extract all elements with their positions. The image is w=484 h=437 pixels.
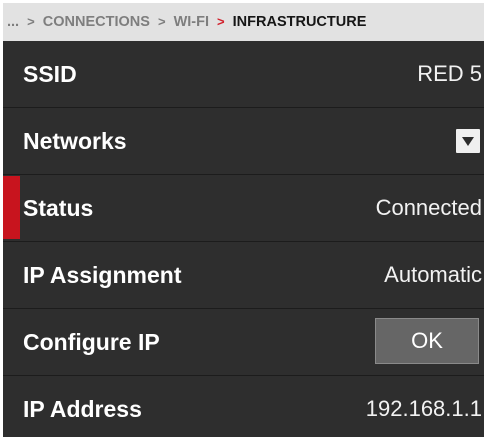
ip-address-label: IP Address xyxy=(23,396,142,422)
ssid-label: SSID xyxy=(23,61,77,87)
ip-assignment-value[interactable]: Automatic xyxy=(384,242,482,308)
breadcrumb-current: INFRASTRUCTURE xyxy=(232,14,367,31)
settings-list: SSID RED 5 Networks Status Connected IP … xyxy=(3,41,484,437)
breadcrumb-item-connections[interactable]: CONNECTIONS xyxy=(43,14,150,30)
chevron-down-icon xyxy=(462,137,474,146)
configure-ip-ok-button[interactable]: OK xyxy=(375,318,479,364)
breadcrumb-item-wifi[interactable]: WI-FI xyxy=(174,14,209,30)
row-ip-assignment[interactable]: IP Assignment Automatic xyxy=(3,242,484,309)
ip-address-value: 192.168.1.1 xyxy=(365,396,482,421)
networks-dropdown[interactable] xyxy=(456,129,480,153)
breadcrumb-ellipsis[interactable]: ... xyxy=(7,14,19,30)
row-networks[interactable]: Networks xyxy=(3,108,484,175)
ip-assignment-label: IP Assignment xyxy=(23,262,182,288)
selection-marker xyxy=(3,176,20,239)
configure-ip-label: Configure IP xyxy=(23,329,160,355)
breadcrumb-separator-active: > xyxy=(217,14,225,30)
ssid-value: RED 5 xyxy=(417,61,482,86)
row-status[interactable]: Status Connected xyxy=(3,175,484,242)
row-configure-ip[interactable]: Configure IP OK xyxy=(3,309,484,376)
wifi-infrastructure-menu: ... > CONNECTIONS > WI-FI > INFRASTRUCTU… xyxy=(3,3,484,437)
networks-label: Networks xyxy=(23,128,127,154)
status-label: Status xyxy=(23,195,94,221)
breadcrumb-separator: > xyxy=(157,14,166,30)
breadcrumb-separator: > xyxy=(27,14,35,30)
row-ip-address[interactable]: IP Address 192.168.1.1 xyxy=(3,376,484,437)
status-value: Connected xyxy=(375,195,482,220)
row-ssid[interactable]: SSID RED 5 xyxy=(3,41,484,108)
breadcrumb: ... > CONNECTIONS > WI-FI > INFRASTRUCTU… xyxy=(3,3,484,41)
